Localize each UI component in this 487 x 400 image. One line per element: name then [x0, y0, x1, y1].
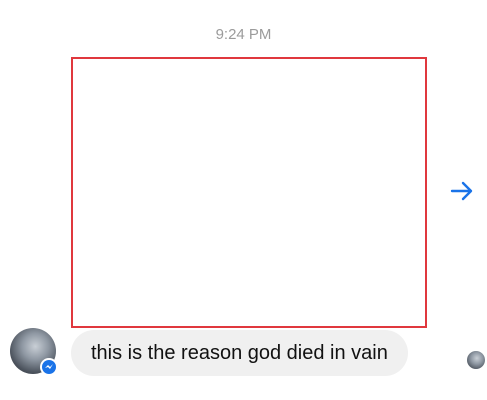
message-bubble[interactable]: this is the reason god died in vain [71, 330, 408, 376]
read-receipt-avatar [467, 351, 485, 369]
message-timestamp: 9:24 PM [215, 26, 272, 43]
messenger-badge-icon [40, 358, 58, 376]
message-text: this is the reason god died in vain [91, 341, 388, 364]
forward-arrow-icon[interactable] [449, 178, 475, 204]
shared-image-attachment[interactable] [71, 57, 427, 328]
